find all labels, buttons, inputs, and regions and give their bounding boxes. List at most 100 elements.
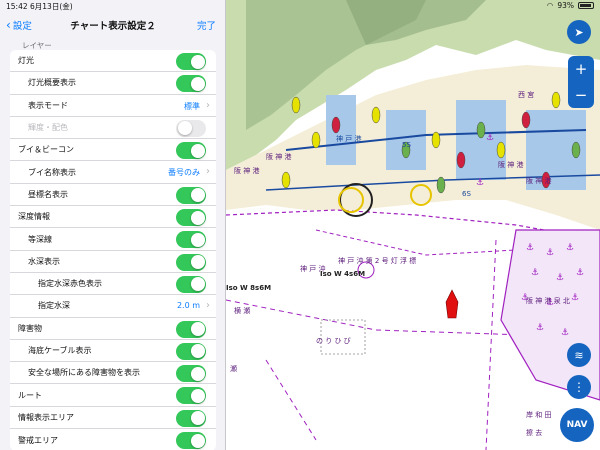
- map-label-nishinomiya: 西 宮: [518, 91, 535, 99]
- settings-toggle[interactable]: [176, 342, 206, 360]
- settings-toggle[interactable]: [176, 75, 206, 93]
- settings-row-label: 深度情報: [18, 212, 50, 222]
- settings-row-label: 指定水深: [38, 301, 70, 311]
- settings-toggle[interactable]: [176, 387, 206, 405]
- chart-map-canvas: ⚓ ⚓ ⚓ ⚓ ⚓ ⚓ ⚓ ⚓ ⚓ ⚓ ⚓ ⚓⚓: [226, 0, 600, 450]
- settings-row[interactable]: 指定水深赤色表示: [10, 273, 216, 296]
- layers-icon: ≋: [574, 348, 584, 362]
- settings-row-label: 障害物: [18, 323, 42, 333]
- chevron-right-icon: ›: [206, 166, 210, 178]
- settings-row-value: 番号のみ: [168, 168, 200, 178]
- zoom-in-button[interactable]: +: [568, 56, 594, 82]
- harbor-water-2: [386, 110, 426, 170]
- settings-toggle[interactable]: [176, 253, 206, 271]
- settings-toggle[interactable]: [176, 432, 206, 450]
- svg-text:⚓: ⚓: [476, 178, 484, 188]
- settings-row-label: 警戒エリア: [18, 435, 58, 445]
- map-label-light-1: Iso W 8s6M: [226, 284, 272, 292]
- settings-row[interactable]: ブイ名称表示 番号のみ ›: [10, 161, 216, 184]
- svg-text:⚓: ⚓: [531, 268, 539, 278]
- settings-row[interactable]: 灯光: [10, 50, 216, 73]
- settings-row-label: ブイ名称表示: [28, 167, 76, 177]
- settings-row[interactable]: 灯光概要表示: [10, 72, 216, 95]
- settings-row-label: 水深表示: [28, 256, 60, 266]
- chart-map[interactable]: ⚓ ⚓ ⚓ ⚓ ⚓ ⚓ ⚓ ⚓ ⚓ ⚓ ⚓ ⚓ ⚓ 阪 神 港 阪 神 港 阪 神 港 阪 神 …: [226, 0, 600, 450]
- settings-row-label: 灯光: [18, 56, 34, 66]
- map-label-hanshin-senboku: 阪 神 港 泉 北: [526, 297, 570, 305]
- map-label-hanshin-3: 阪 神 港: [498, 161, 524, 169]
- settings-row-label: 海底ケーブル表示: [28, 346, 92, 355]
- settings-row[interactable]: 等深線: [10, 228, 216, 251]
- settings-row[interactable]: 深度情報: [10, 206, 216, 229]
- more-button[interactable]: ⋮: [567, 375, 591, 399]
- settings-row[interactable]: 水深表示: [10, 251, 216, 273]
- wifi-icon: ◠: [546, 1, 554, 10]
- status-time: 15:42 6月13日(金): [6, 2, 73, 11]
- svg-text:⚓: ⚓: [571, 293, 579, 303]
- settings-row[interactable]: 昼標名表示: [10, 184, 216, 207]
- settings-toggle[interactable]: [176, 320, 206, 338]
- settings-row[interactable]: 安全な場所にある障害物を表示: [10, 362, 216, 385]
- settings-row-label: 等深線: [28, 234, 52, 244]
- settings-row-label: 輝度・配色: [28, 123, 68, 133]
- settings-toggle[interactable]: [176, 275, 206, 293]
- settings-row[interactable]: 表示モード 標準 ›: [10, 95, 216, 117]
- settings-row[interactable]: ルート: [10, 384, 216, 407]
- settings-row-value: 標準: [184, 101, 200, 111]
- svg-text:⚓: ⚓: [486, 133, 494, 143]
- settings-row-label: 安全な場所にある障害物を表示: [28, 368, 140, 378]
- layers-button[interactable]: ≋: [567, 343, 591, 367]
- map-label-hanshin-4: 阪 神 港: [526, 177, 552, 185]
- settings-row-label: 表示モード: [28, 100, 68, 110]
- location-arrow-icon: ➤: [574, 25, 584, 39]
- settings-row-label: 情報表示エリア: [18, 412, 74, 422]
- own-vessel: [445, 289, 459, 319]
- map-label-yoko: 横 瀬: [234, 307, 251, 315]
- nav-button[interactable]: NAV: [560, 408, 594, 442]
- settings-row[interactable]: ブイ＆ビーコン: [10, 139, 216, 162]
- settings-toggle[interactable]: [176, 231, 206, 249]
- svg-text:⚓: ⚓: [536, 323, 544, 333]
- svg-text:⚓: ⚓: [546, 248, 554, 258]
- svg-text:⚓: ⚓: [561, 328, 569, 338]
- settings-toggle[interactable]: [176, 209, 206, 227]
- settings-row[interactable]: 障害物: [10, 318, 216, 340]
- settings-row-label: ブイ＆ビーコン: [18, 145, 74, 155]
- settings-row-label: 昼標名表示: [28, 189, 68, 199]
- settings-toggle[interactable]: [176, 365, 206, 383]
- settings-toggle[interactable]: [176, 53, 206, 70]
- map-label-norihibi: の り ひ び: [316, 337, 351, 345]
- zoom-out-button[interactable]: −: [568, 82, 594, 108]
- map-label-berth-6s: 6S: [462, 190, 471, 198]
- status-bar: 15:42 6月13日(金) ◠ 93%: [0, 0, 600, 12]
- settings-row[interactable]: 情報表示エリア: [10, 407, 216, 430]
- map-label-light-2: Iso W 4s6M: [320, 270, 366, 278]
- settings-row[interactable]: 指定水深 2.0 m ›: [10, 295, 216, 318]
- zoom-control: + −: [568, 56, 594, 108]
- boundary-line-4: [485, 239, 497, 450]
- settings-panel: ‹ 設定 チャート表示設定２ 完了 レイヤー 灯光 灯光概要表示 表示モード 標準 › 輝…: [0, 0, 226, 450]
- chevron-right-icon: ›: [206, 300, 210, 312]
- settings-row-label: ルート: [18, 390, 42, 400]
- map-label-kaizuka: 擦 去: [526, 429, 543, 437]
- map-label-kishiwada: 岸 和 田: [526, 411, 552, 419]
- settings-toggle[interactable]: [176, 186, 206, 204]
- settings-row[interactable]: 警戒エリア: [10, 429, 216, 450]
- battery-percent: 93%: [557, 1, 574, 10]
- map-label-hanshin: 阪 神 港: [266, 153, 292, 161]
- settings-row[interactable]: 海底ケーブル表示: [10, 340, 216, 363]
- settings-toggle[interactable]: [176, 142, 206, 160]
- location-arrow-button[interactable]: ➤: [567, 20, 591, 44]
- battery-icon: [578, 2, 594, 9]
- done-button[interactable]: 完了: [197, 18, 216, 32]
- settings-row[interactable]: 輝度・配色: [10, 117, 216, 140]
- settings-toggle: [176, 119, 206, 137]
- svg-text:⚓: ⚓: [526, 243, 534, 253]
- map-label-hanshin-2: 阪 神 港: [234, 167, 260, 175]
- svg-text:⚓: ⚓: [556, 273, 564, 283]
- chevron-right-icon: ›: [206, 99, 210, 111]
- settings-toggle[interactable]: [176, 409, 206, 427]
- settings-row-value: 2.0 m: [176, 301, 200, 311]
- svg-text:⚓: ⚓: [566, 243, 574, 253]
- harbor-water-1: [326, 95, 356, 165]
